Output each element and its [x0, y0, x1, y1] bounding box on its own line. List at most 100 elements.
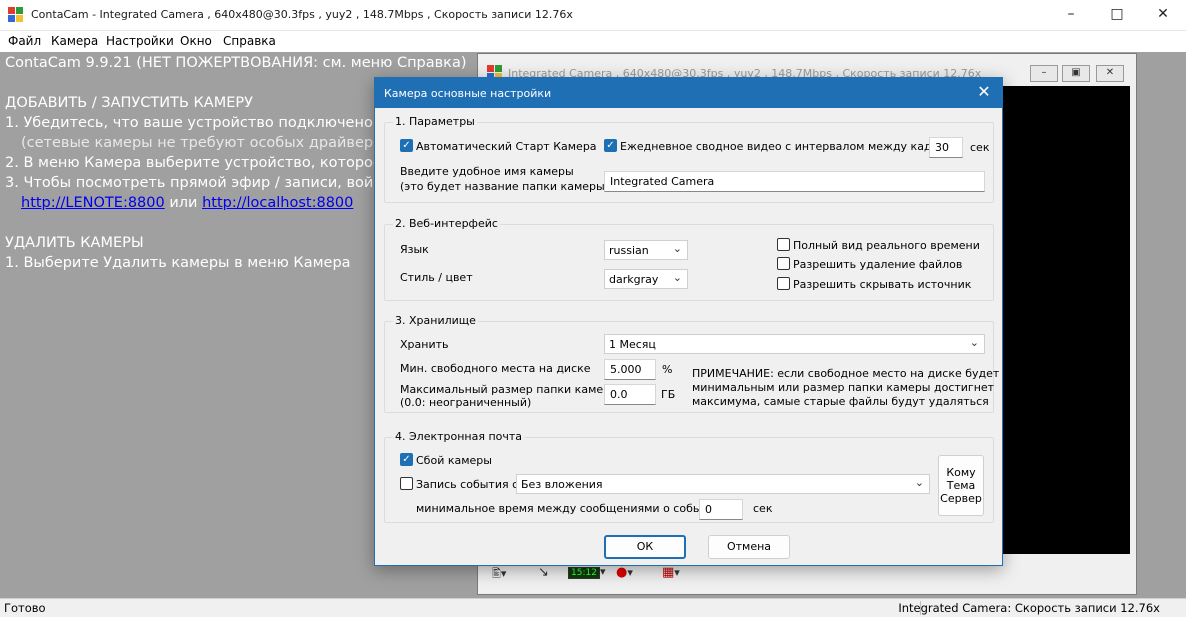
storage-note-line3: максимума, самые старые файлы будут удал… — [692, 395, 989, 408]
keep-select[interactable]: 1 Месяц ⌄ — [604, 334, 985, 354]
interval-unit: сек — [970, 141, 990, 154]
daily-video-label: Ежедневное сводное видео с интервалом ме… — [620, 140, 961, 153]
add-camera-heading: ДОБАВИТЬ / ЗАПУСТИТЬ КАМЕРУ — [5, 95, 253, 111]
storage-group-label: 3. Хранилище — [393, 314, 478, 327]
min-time-unit: сек — [753, 502, 773, 515]
menu-window[interactable]: Окно — [180, 34, 212, 48]
dialog-title: Камера основные настройки — [384, 87, 552, 100]
autostart-label: Автоматический Старт Камера — [416, 140, 597, 153]
chevron-down-icon: ⌄ — [914, 476, 924, 489]
camera-name-input[interactable]: Integrated Camera — [604, 171, 985, 192]
language-label: Язык — [400, 243, 429, 256]
min-free-input[interactable]: 5.000 — [604, 359, 656, 380]
storage-group: 3. Хранилище Хранить 1 Месяц ⌄ Мин. свобо… — [384, 314, 999, 413]
ok-button[interactable]: ОК — [604, 535, 686, 559]
timestamp-icon[interactable]: 15:12 ▾ — [568, 565, 605, 583]
camera-name-label-line2: (это будет название папки камеры) — [400, 180, 609, 193]
menu-help[interactable]: Справка — [223, 34, 276, 48]
params-group-label: 1. Параметры — [393, 115, 477, 128]
main-window-title: ContaCam - Integrated Camera , 640x480@3… — [31, 8, 573, 21]
email-server-label: Сервер — [940, 492, 982, 505]
instruction-step-1-note: (сетевые камеры не требуют особых драйве… — [21, 135, 397, 151]
allow-hide-source-checkbox[interactable] — [777, 277, 790, 290]
menu-settings[interactable]: Настройки — [106, 34, 174, 48]
cancel-button[interactable]: Отмена — [708, 535, 790, 559]
daily-video-checkbox[interactable]: ✓ — [604, 139, 617, 152]
dialog-title-bar[interactable]: Камера основные настройки ✕ — [375, 78, 1002, 108]
instruction-step-3: 3. Чтобы посмотреть прямой эфир / записи… — [5, 175, 411, 191]
snapshot-settings-icon[interactable]: 🖺▾ — [492, 565, 506, 583]
min-free-label: Мин. свободного места на диске — [400, 362, 591, 375]
status-ready: Готово — [4, 601, 46, 615]
menu-file[interactable]: Файл — [8, 34, 41, 48]
chevron-down-icon: ⌄ — [969, 336, 979, 349]
remove-camera-step-1: 1. Выберите Удалить камеры в меню Камера — [5, 255, 351, 271]
menu-bar: Файл Камера Настройки Окно Справка — [0, 31, 1186, 52]
camera-minimize-icon[interactable]: – — [1030, 65, 1058, 82]
remove-camera-heading: УДАЛИТЬ КАМЕРЫ — [5, 235, 144, 251]
min-time-input[interactable]: 0 — [699, 499, 743, 520]
links-line: http://LENOTE:8800 или http://localhost:… — [21, 195, 353, 211]
close-icon[interactable]: ✕ — [1140, 0, 1186, 31]
chevron-down-icon: ⌄ — [672, 242, 682, 255]
grid-icon[interactable]: ▦▾ — [662, 565, 680, 583]
event-record-label: Запись события с — [416, 478, 519, 491]
keep-label: Хранить — [400, 338, 449, 351]
attachment-select[interactable]: Без вложения ⌄ — [516, 474, 930, 494]
min-time-label: минимальное время между сообщениями о со… — [416, 502, 729, 515]
allow-delete-label: Разрешить удаление файлов — [793, 258, 963, 271]
language-value: russian — [609, 244, 649, 257]
pointer-icon[interactable]: ↘ — [538, 565, 549, 583]
keep-value: 1 Месяц — [609, 338, 656, 351]
lenote-link[interactable]: http://LENOTE:8800 — [21, 195, 165, 211]
params-group: 1. Параметры ✓ Автоматический Старт Каме… — [384, 115, 994, 203]
web-group-label: 2. Веб-интерфейс — [393, 217, 500, 230]
dialog-close-icon[interactable]: ✕ — [974, 82, 994, 101]
timestamp-display: 15:12 — [568, 567, 600, 579]
autostart-checkbox[interactable]: ✓ — [400, 139, 413, 152]
localhost-link[interactable]: http://localhost:8800 — [202, 195, 353, 211]
camera-name-label-line1: Введите удобное имя камеры — [400, 165, 574, 178]
camera-fail-label: Сбой камеры — [416, 454, 492, 467]
camera-close-icon[interactable]: ✕ — [1096, 65, 1124, 82]
menu-camera[interactable]: Камера — [51, 34, 98, 48]
chevron-down-icon: ⌄ — [672, 271, 682, 284]
camera-settings-dialog[interactable]: Камера основные настройки ✕ 1. Параметры… — [374, 77, 1003, 566]
max-size-unit: ГБ — [661, 388, 676, 401]
version-line: ContaCam 9.9.21 (НЕТ ПОЖЕРТВОВАНИЯ: см. … — [5, 55, 467, 71]
language-select[interactable]: russian ⌄ — [604, 240, 688, 260]
status-bar: Готово Integrated Camera: Скорость запис… — [0, 598, 1186, 617]
full-live-view-label: Полный вид реального времени — [793, 239, 980, 252]
email-group: 4. Электронная почта ✓ Сбой камеры Запис… — [384, 430, 994, 523]
style-select[interactable]: darkgray ⌄ — [604, 269, 688, 289]
interval-input[interactable]: 30 — [929, 137, 963, 158]
record-icon[interactable]: ●▾ — [616, 565, 633, 583]
event-record-checkbox[interactable] — [400, 477, 413, 490]
storage-note-line2: минимальным или размер папки камеры дост… — [692, 381, 995, 394]
style-label: Стиль / цвет — [400, 271, 473, 284]
camera-restore-icon[interactable]: ▣ — [1062, 65, 1090, 82]
min-free-unit: % — [662, 363, 673, 376]
storage-note-line1: ПРИМЕЧАНИЕ: если свободное место на диск… — [692, 367, 1000, 380]
style-value: darkgray — [609, 273, 659, 286]
main-title-bar: ContaCam - Integrated Camera , 640x480@3… — [0, 0, 1186, 31]
full-live-view-checkbox[interactable] — [777, 238, 790, 251]
minimize-icon[interactable]: – — [1048, 0, 1094, 31]
web-interface-group: 2. Веб-интерфейс Язык russian ⌄ Стиль / ц… — [384, 217, 994, 301]
allow-delete-checkbox[interactable] — [777, 257, 790, 270]
max-size-input[interactable]: 0.0 — [604, 384, 656, 405]
instruction-step-1: 1. Убедитесь, что ваше устройство подклю… — [5, 115, 417, 131]
email-to-label: Кому — [946, 466, 976, 479]
max-size-label-line2: (0.0: неограниченный) — [400, 396, 532, 409]
attachment-value: Без вложения — [521, 478, 603, 491]
or-text: или — [169, 195, 198, 211]
max-size-label-line1: Максимальный размер папки камеры — [400, 383, 619, 396]
email-settings-button[interactable]: Кому Тема Сервер — [938, 455, 984, 516]
allow-hide-source-label: Разрешить скрывать источник — [793, 278, 972, 291]
camera-fail-checkbox[interactable]: ✓ — [400, 453, 413, 466]
email-group-label: 4. Электронная почта — [393, 430, 525, 443]
email-subject-label: Тема — [946, 479, 976, 492]
status-record-speed: Integrated Camera: Скорость записи 12.76… — [898, 601, 1160, 615]
maximize-icon[interactable]: □ — [1094, 0, 1140, 31]
instruction-step-2: 2. В меню Камера выберите устройство, ко… — [5, 155, 413, 171]
